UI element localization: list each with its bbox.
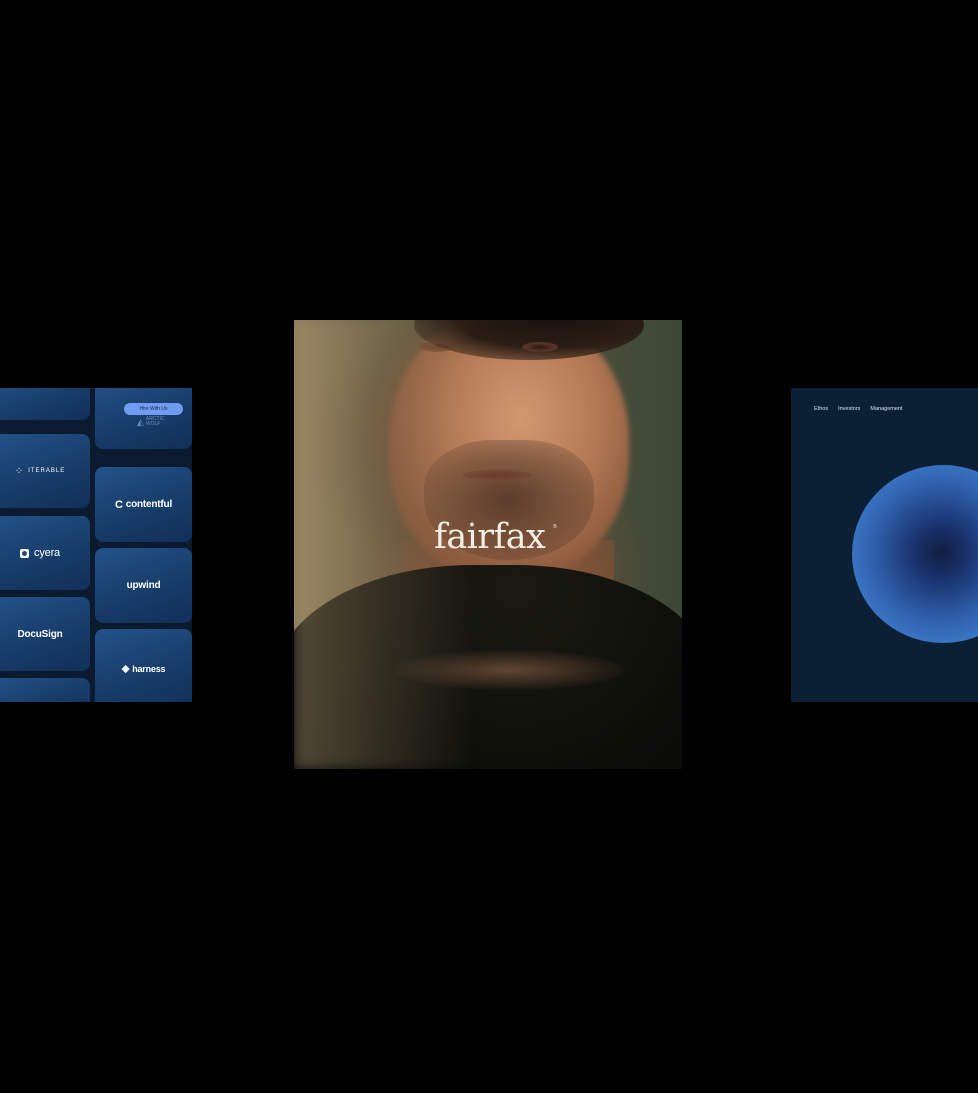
nav-investors-link[interactable]: Investors: [838, 406, 860, 412]
arctic-wolf-logo: ◭ ARCTIC WOLF: [137, 417, 180, 427]
tile-iterable-label: ITERABLE: [28, 468, 66, 474]
tile-docusign-label: DocuSign: [17, 628, 63, 640]
tile-upwind[interactable]: upwind: [95, 548, 192, 623]
tile-top-left: [0, 388, 90, 420]
hire-with-us-button[interactable]: Hire With Us: [124, 403, 183, 415]
tile-harness-label: harness: [132, 664, 166, 674]
fairfax-wordmark: fairfax: [434, 517, 546, 557]
cyera-logo-icon: [20, 548, 30, 558]
tile-bottom-left: [0, 678, 90, 702]
portrait-eye-right: [522, 342, 558, 352]
gradient-orb-card[interactable]: Ethos Investors Management: [791, 388, 978, 702]
contentful-logo-icon: C: [114, 498, 123, 511]
iterable-logo-icon: ⁘: [14, 465, 25, 477]
nav-ethos-link[interactable]: Ethos: [814, 406, 828, 412]
top-nav: Ethos Investors Management: [814, 406, 903, 412]
tile-contentful[interactable]: C contentful: [95, 467, 192, 542]
harness-logo-icon: ⬥: [121, 662, 130, 675]
tile-iterable[interactable]: ⁘ ITERABLE: [0, 434, 90, 508]
arctic-wolf-logo-icon: ◭: [137, 416, 144, 427]
gradient-orb: [852, 465, 978, 643]
nav-management-link[interactable]: Management: [870, 406, 902, 412]
tile-docusign[interactable]: DocuSign: [0, 597, 90, 671]
fairfax-portrait-card[interactable]: fairfax ®: [294, 320, 682, 769]
logo-grid-card[interactable]: Hire With Us ◭ ARCTIC WOLF ⁘ ITERABLE C …: [0, 388, 192, 702]
tile-cyera-label: cyera: [34, 547, 60, 559]
tile-cyera[interactable]: cyera: [0, 516, 90, 590]
tile-upwind-label: upwind: [126, 580, 161, 591]
arctic-wolf-logo-text: ARCTIC WOLF: [145, 416, 165, 427]
tile-harness[interactable]: ⬥ harness: [95, 629, 192, 702]
registered-mark: ®: [553, 524, 557, 530]
tile-contentful-label: contentful: [125, 499, 173, 510]
